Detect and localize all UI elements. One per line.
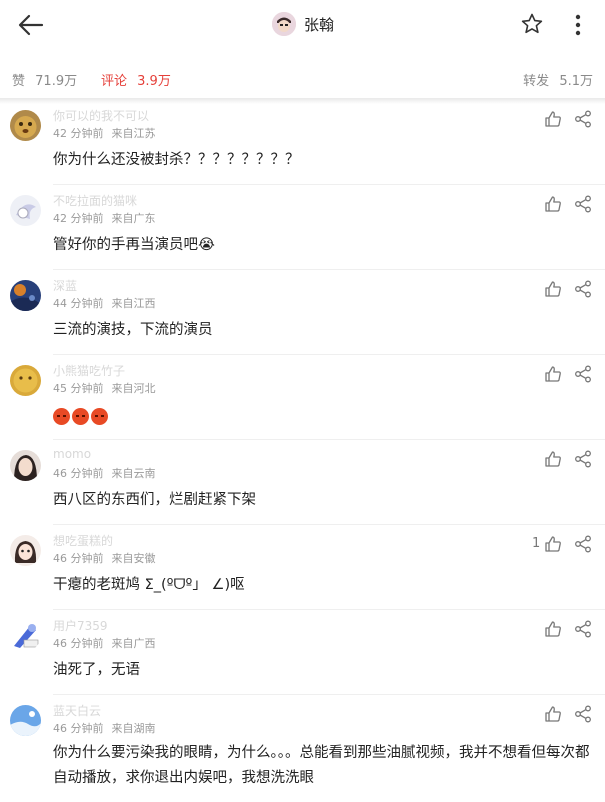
angry-face-icon <box>72 408 89 425</box>
comments-label: 评论 <box>101 74 128 89</box>
page-title: 张翰 <box>304 15 335 34</box>
comment-time: 46 分钟前 <box>53 722 104 735</box>
comment-location: 来自河北 <box>111 382 156 395</box>
comment-location: 来自安徽 <box>111 552 156 565</box>
share-icon[interactable] <box>574 450 592 468</box>
comment-text: 你为什么还没被封杀？？？？？？？？ <box>53 152 300 168</box>
comment-location: 来自江苏 <box>111 127 156 140</box>
comment-text: 三流的演技，下流的演员 <box>53 322 213 338</box>
thumbs-up-icon[interactable] <box>544 705 562 723</box>
like-count: 1 <box>532 536 541 551</box>
avatar[interactable] <box>10 450 41 481</box>
username[interactable]: 你可以的我不可以 <box>53 107 149 124</box>
list-item: 你可以的我不可以 42 分钟前 来自江苏 你为什么还没被封杀？？？？？？？？ <box>0 100 605 185</box>
tab-comments[interactable]: 评论 3.9万 <box>101 70 171 89</box>
comment-text: 管好你的手再当演员吧😭 <box>53 237 215 253</box>
comment-time: 46 分钟前 <box>53 467 104 480</box>
back-arrow-icon[interactable] <box>16 11 46 39</box>
username[interactable]: 深蓝 <box>53 277 77 294</box>
comment-location: 来自广东 <box>111 212 156 225</box>
list-item: 不吃拉面的猫咪 42 分钟前 来自广东 管好你的手再当演员吧😭 <box>0 185 605 270</box>
tab-reposts[interactable]: 转发 5.1万 <box>523 70 593 89</box>
tab-likes[interactable]: 赞 71.9万 <box>12 70 77 89</box>
reposts-label: 转发 <box>523 74 550 89</box>
list-item: 想吃蛋糕的 46 分钟前 来自安徽 干瘪的老斑鸠 Σ_(ºᗜº」 ∠)呕 1 <box>0 525 605 610</box>
avatar[interactable] <box>10 535 41 566</box>
username[interactable]: 蓝天白云 <box>53 702 101 719</box>
username[interactable]: 用户7359 <box>53 617 108 634</box>
thumbs-up-icon[interactable] <box>544 365 562 383</box>
username[interactable]: 不吃拉面的猫咪 <box>53 192 137 209</box>
share-icon[interactable] <box>574 195 592 213</box>
thumbs-up-icon[interactable] <box>544 280 562 298</box>
comment-text: 干瘪的老斑鸠 Σ_(ºᗜº」 ∠)呕 <box>53 577 245 593</box>
comment-location: 来自广西 <box>111 637 156 650</box>
comment-meta: 46 分钟前 来自广西 <box>53 635 156 651</box>
angry-face-icon <box>53 408 70 425</box>
thumbs-up-icon[interactable] <box>544 195 562 213</box>
comment-time: 46 分钟前 <box>53 637 104 650</box>
stats-bar: 赞 71.9万 评论 3.9万 转发 5.1万 <box>0 62 605 94</box>
username[interactable]: momo <box>53 447 91 461</box>
top-bar: 张翰 <box>0 0 605 50</box>
comment-time: 45 分钟前 <box>53 382 104 395</box>
share-icon[interactable] <box>574 110 592 128</box>
star-icon[interactable] <box>520 12 544 36</box>
thumbs-up-icon[interactable] <box>544 110 562 128</box>
header-title-group[interactable]: 张翰 <box>272 12 334 36</box>
comment-meta: 46 分钟前 来自安徽 <box>53 550 156 566</box>
share-icon[interactable] <box>574 280 592 298</box>
avatar[interactable] <box>10 280 41 311</box>
reposts-count: 5.1万 <box>559 74 593 89</box>
list-item: momo 46 分钟前 来自云南 西八区的东西们，烂剧赶紧下架 <box>0 440 605 525</box>
comment-location: 来自湖南 <box>111 722 156 735</box>
comment-emoji-row <box>53 408 108 425</box>
avatar[interactable] <box>10 705 41 736</box>
list-item: 用户7359 46 分钟前 来自广西 油死了，无语 <box>0 610 605 695</box>
share-icon[interactable] <box>574 535 592 553</box>
comment-text: 西八区的东西们，烂剧赶紧下架 <box>53 492 256 508</box>
comment-meta: 46 分钟前 来自云南 <box>53 465 156 481</box>
angry-face-icon <box>91 408 108 425</box>
comment-time: 42 分钟前 <box>53 127 104 140</box>
comment-time: 42 分钟前 <box>53 212 104 225</box>
thumbs-up-icon[interactable] <box>544 620 562 638</box>
share-icon[interactable] <box>574 365 592 383</box>
comment-location: 来自云南 <box>111 467 156 480</box>
comments-count: 3.9万 <box>137 74 171 89</box>
avatar[interactable] <box>10 365 41 396</box>
comment-time: 44 分钟前 <box>53 297 104 310</box>
likes-count: 71.9万 <box>35 74 78 89</box>
comment-meta: 42 分钟前 来自江苏 <box>53 125 156 141</box>
thumbs-up-icon[interactable] <box>544 450 562 468</box>
avatar[interactable] <box>10 110 41 141</box>
comment-meta: 45 分钟前 来自河北 <box>53 380 156 396</box>
share-icon[interactable] <box>574 705 592 723</box>
list-item: 小熊猫吃竹子 45 分钟前 来自河北 <box>0 355 605 440</box>
comment-location: 来自江西 <box>111 297 156 310</box>
username[interactable]: 想吃蛋糕的 <box>53 532 113 549</box>
comment-meta: 44 分钟前 来自江西 <box>53 295 156 311</box>
avatar <box>272 12 296 36</box>
likes-label: 赞 <box>12 74 26 89</box>
more-vertical-icon[interactable] <box>568 12 588 38</box>
username[interactable]: 小熊猫吃竹子 <box>53 362 125 379</box>
avatar[interactable] <box>10 195 41 226</box>
comment-meta: 46 分钟前 来自湖南 <box>53 720 156 736</box>
comment-time: 46 分钟前 <box>53 552 104 565</box>
comment-text: 你为什么要污染我的眼睛，为什么。。。总能看到那些油腻视频，我并不想看但每次都自动… <box>53 745 590 786</box>
avatar[interactable] <box>10 620 41 651</box>
comment-meta: 42 分钟前 来自广东 <box>53 210 156 226</box>
list-item: 深蓝 44 分钟前 来自江西 三流的演技，下流的演员 <box>0 270 605 355</box>
thumbs-up-icon[interactable] <box>544 535 562 553</box>
share-icon[interactable] <box>574 620 592 638</box>
comment-text: 油死了，无语 <box>53 662 140 678</box>
